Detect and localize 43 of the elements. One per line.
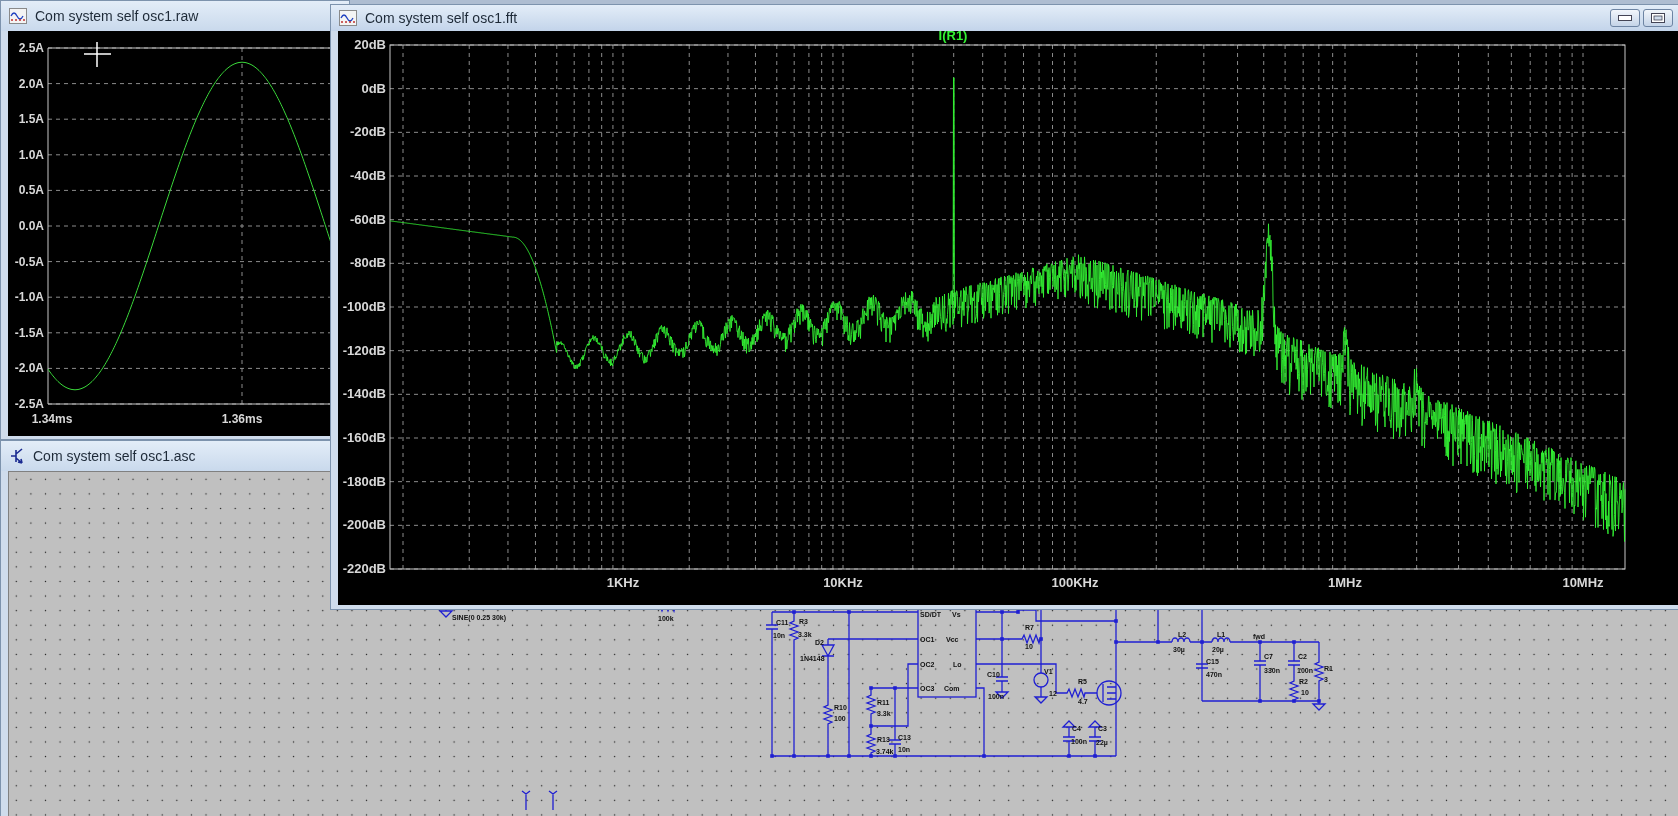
- minimize-button[interactable]: [1610, 9, 1640, 27]
- axis-tick-label: 0.0A: [18, 219, 44, 233]
- axis-tick-label: -100dB: [342, 299, 386, 314]
- maximize-button[interactable]: [1643, 9, 1673, 27]
- axis-tick-label: 1.5A: [18, 112, 44, 127]
- axis-tick-label: -0.5A: [14, 254, 44, 269]
- maximize-icon: [1651, 13, 1665, 23]
- axis-tick-label: -60dB: [349, 211, 386, 227]
- waveform-icon: [9, 8, 27, 24]
- waveform-icon: [339, 10, 357, 26]
- axis-tick-label: 0.5A: [18, 183, 44, 198]
- axis-tick-label: 2.0A: [18, 76, 44, 91]
- axis-tick-label: -1.0A: [14, 290, 44, 305]
- axis-tick-label: -2.0A: [14, 361, 44, 376]
- axis-tick-label: -220dB: [342, 561, 386, 576]
- axis-tick-label: -200dB: [342, 517, 386, 533]
- axis-tick-label: 20dB: [354, 37, 386, 52]
- window-title: Com system self osc1.asc: [33, 446, 196, 466]
- axis-tick-label: 1.0A: [18, 147, 44, 162]
- axis-tick-label: 1MHz: [1328, 575, 1362, 590]
- axis-tick-label: -140dB: [342, 386, 386, 402]
- minimize-icon: [1618, 15, 1632, 21]
- axis-tick-label: -120dB: [342, 342, 386, 358]
- axis-tick-label: -1.5A: [14, 325, 44, 340]
- axis-tick-label: 2.5A: [18, 41, 44, 55]
- crosshair-cursor-icon: [83, 41, 112, 68]
- axis-tick-label: 10MHz: [1562, 575, 1604, 590]
- axis-tick-label: -2.5A: [14, 397, 44, 411]
- transistor-icon: [9, 447, 25, 465]
- axis-tick-label: 1KHz: [606, 575, 640, 590]
- trace-label: I(R1): [938, 31, 968, 43]
- window-title: Com system self osc1.fft: [365, 8, 518, 28]
- axis-tick-label: -160dB: [342, 430, 386, 445]
- axis-tick-label: 1.36ms: [221, 412, 263, 426]
- axis-tick-label: -180dB: [342, 473, 386, 489]
- axis-tick-label: 0dB: [361, 80, 386, 96]
- axis-tick-label: -80dB: [349, 255, 386, 271]
- window-title: Com system self osc1.raw: [35, 6, 199, 26]
- axis-tick-label: 100KHz: [1051, 575, 1099, 590]
- axis-tick-label: 10KHz: [823, 575, 863, 590]
- axis-tick-label: 1.34ms: [31, 412, 73, 426]
- axis-tick-label: -40dB: [349, 168, 386, 183]
- axis-tick-label: -20dB: [349, 124, 386, 140]
